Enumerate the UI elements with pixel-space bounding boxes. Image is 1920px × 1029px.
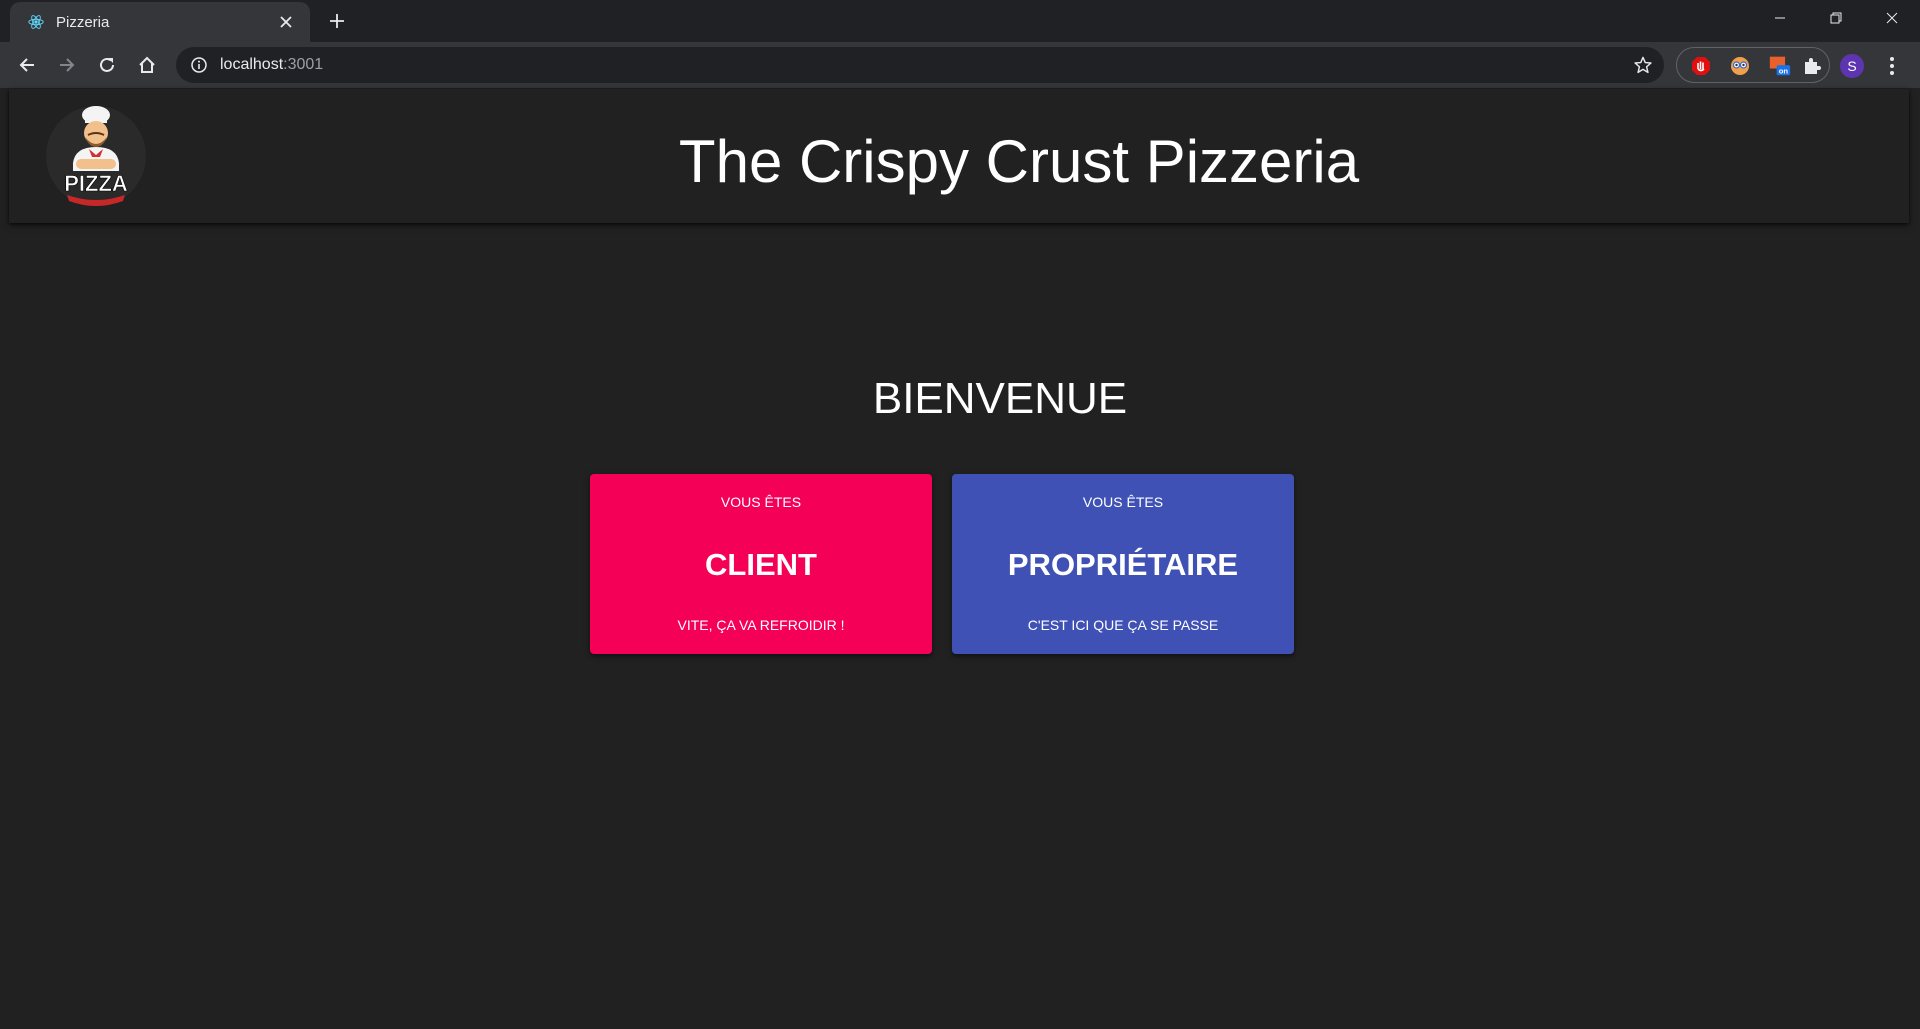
bookmark-star-icon[interactable] [1632, 54, 1654, 76]
browser-toolbar: localhost:3001 on S [0, 42, 1920, 88]
url-port: :3001 [283, 56, 324, 73]
owner-card-subtitle: C'EST ICI QUE ÇA SE PASSE [1027, 617, 1219, 633]
client-card-title: CLIENT [705, 547, 817, 582]
tab-title: Pizzeria [56, 13, 110, 31]
owner-card-kicker: VOUS ÊTES [1082, 494, 1164, 510]
page-content: PIZZA The Crispy Crust Pizzeria BIENVENU… [0, 88, 1920, 1029]
address-bar[interactable]: localhost:3001 [176, 47, 1664, 83]
window-controls [1752, 0, 1920, 36]
adblock-extension-icon[interactable] [1690, 55, 1712, 77]
restore-icon[interactable] [1808, 0, 1864, 36]
url-host: localhost [220, 56, 284, 73]
eyes-extension-icon[interactable] [1729, 55, 1751, 77]
welcome-heading: BIENVENUE [0, 374, 1920, 424]
svg-text:on: on [1779, 67, 1789, 76]
back-icon[interactable] [11, 49, 43, 81]
site-title: The Crispy Crust Pizzeria [678, 128, 1360, 195]
close-window-icon[interactable] [1864, 0, 1920, 36]
react-icon [26, 12, 46, 32]
new-tab-icon[interactable] [324, 8, 350, 34]
welcome-text: BIENVENUE [872, 374, 1128, 423]
profile-avatar[interactable]: S [1840, 54, 1864, 78]
puzzle-extensions-icon[interactable] [1801, 55, 1823, 77]
owner-card-button[interactable]: VOUS ÊTES PROPRIÉTAIRE C'EST ICI QUE ÇA … [952, 474, 1294, 654]
client-card-subtitle: VITE, ÇA VA REFROIDIR ! [677, 617, 845, 633]
forward-icon[interactable] [51, 49, 83, 81]
minimize-icon[interactable] [1752, 0, 1808, 36]
home-icon[interactable] [131, 49, 163, 81]
extensions-area: on [1676, 47, 1830, 83]
owner-card-title: PROPRIÉTAIRE [1007, 547, 1239, 582]
tab-pizzeria[interactable]: Pizzeria [10, 2, 310, 42]
reload-icon[interactable] [91, 49, 123, 81]
app-header: PIZZA The Crispy Crust Pizzeria [9, 89, 1909, 223]
tab-strip: Pizzeria [0, 0, 1920, 42]
info-icon[interactable] [188, 54, 210, 76]
client-card-button[interactable]: VOUS ÊTES CLIENT VITE, ÇA VA REFROIDIR ! [590, 474, 932, 654]
on-extension-icon[interactable]: on [1769, 55, 1791, 77]
browser-menu-icon[interactable] [1880, 54, 1904, 78]
close-tab-icon[interactable] [276, 12, 296, 32]
client-card-kicker: VOUS ÊTES [720, 494, 802, 510]
